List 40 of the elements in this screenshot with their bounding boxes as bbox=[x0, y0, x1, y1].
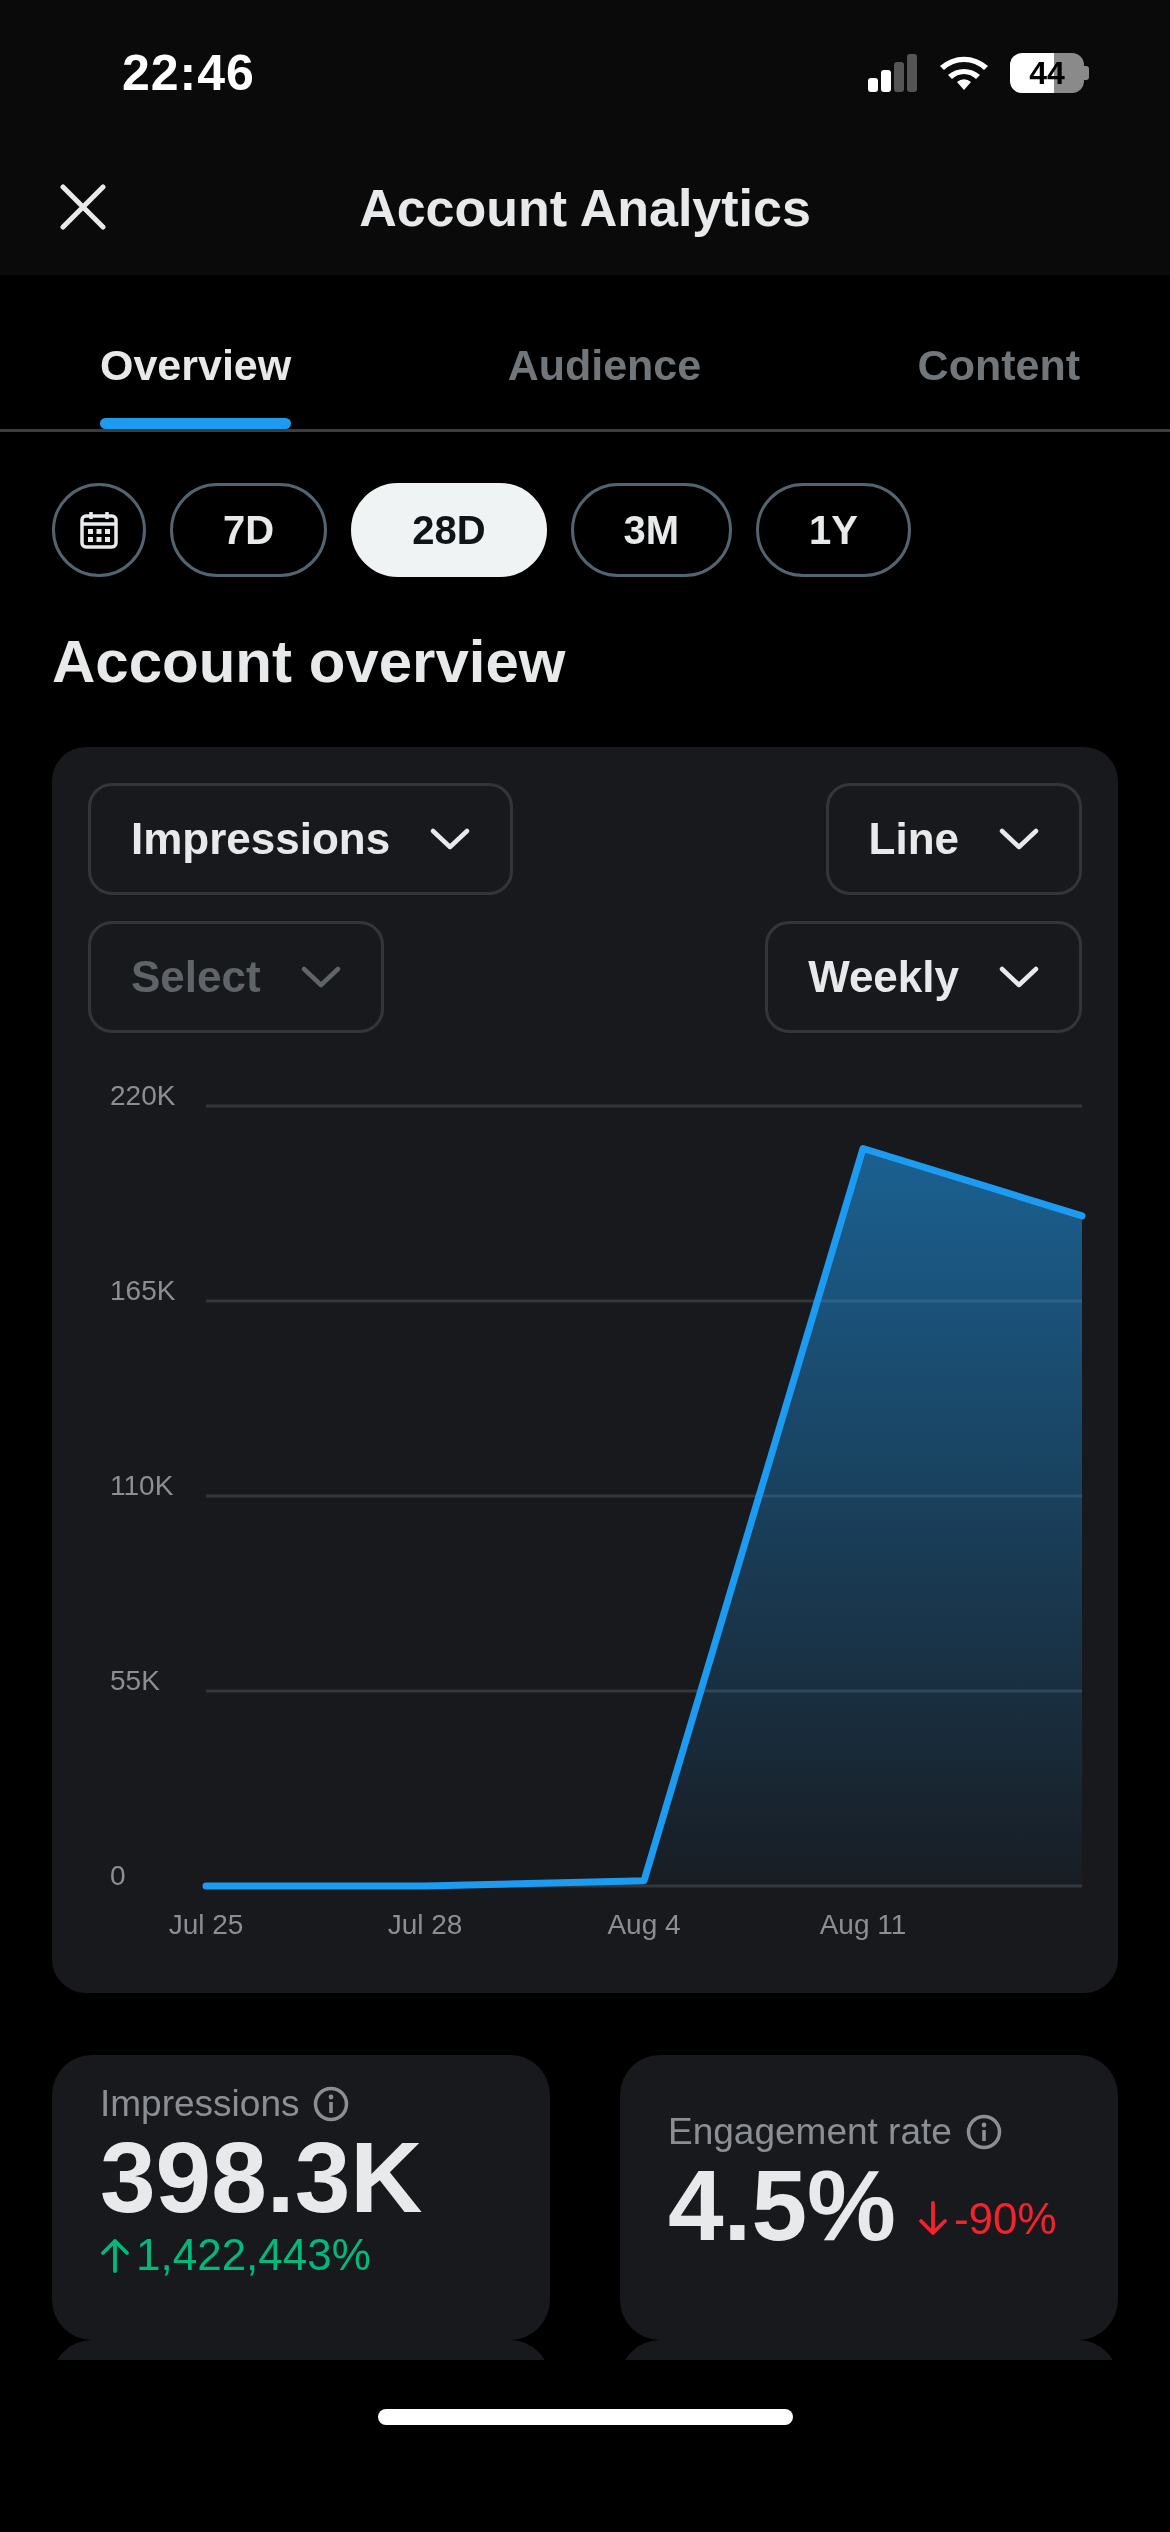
tab[interactable]: Overview bbox=[100, 275, 292, 429]
axis-label: Jul 25 bbox=[168, 1909, 244, 1940]
range-chip[interactable]: 7D bbox=[170, 483, 328, 577]
down-arrow-icon bbox=[917, 2201, 948, 2237]
dropdown-button[interactable]: Impressions bbox=[88, 783, 514, 895]
info-icon bbox=[313, 2086, 350, 2122]
up-arrow-icon bbox=[100, 2237, 130, 2273]
stat-change: -90% bbox=[953, 2194, 1057, 2244]
chevron-down-icon bbox=[430, 828, 471, 850]
screen-title: Account Analytics bbox=[359, 177, 811, 238]
signal-icon bbox=[868, 54, 918, 92]
axis-label: 165K bbox=[110, 1275, 176, 1306]
close-button[interactable] bbox=[60, 184, 106, 230]
dropdown-button[interactable]: Line bbox=[825, 783, 1082, 895]
range-chip[interactable]: 3M bbox=[570, 483, 733, 577]
chevron-down-icon bbox=[999, 966, 1039, 988]
axis-label: 110K bbox=[110, 1470, 174, 1501]
axis-label: 55K bbox=[110, 1665, 160, 1696]
stat-change: 1,422,443% bbox=[136, 2230, 371, 2280]
tab[interactable]: Content bbox=[917, 275, 1080, 429]
stat-label: Engagement rate bbox=[668, 2111, 952, 2153]
chevron-down-icon bbox=[300, 966, 341, 988]
wifi-icon bbox=[938, 54, 990, 92]
stat-value: 4.5% bbox=[668, 2153, 896, 2258]
calendar-icon bbox=[79, 510, 119, 550]
axis-label: Aug 11 bbox=[819, 1909, 907, 1940]
stat-label: Impressions bbox=[100, 2083, 300, 2125]
range-chip[interactable]: 1Y bbox=[756, 483, 912, 577]
axis-label: Jul 28 bbox=[387, 1909, 463, 1940]
chevron-down-icon bbox=[999, 828, 1039, 850]
range-chip[interactable]: 28D bbox=[351, 483, 547, 577]
stat-value: 398.3K bbox=[100, 2125, 424, 2230]
axis-label: Aug 4 bbox=[607, 1909, 681, 1940]
axis-label: 220K bbox=[110, 1080, 176, 1111]
info-icon bbox=[965, 2114, 1002, 2150]
tab[interactable]: Audience bbox=[507, 275, 702, 429]
axis-label: 0 bbox=[110, 1860, 126, 1891]
dropdown-button[interactable]: Weekly bbox=[765, 921, 1082, 1033]
section-heading: Account overview bbox=[52, 627, 567, 697]
status-time: 22:46 bbox=[122, 44, 255, 102]
